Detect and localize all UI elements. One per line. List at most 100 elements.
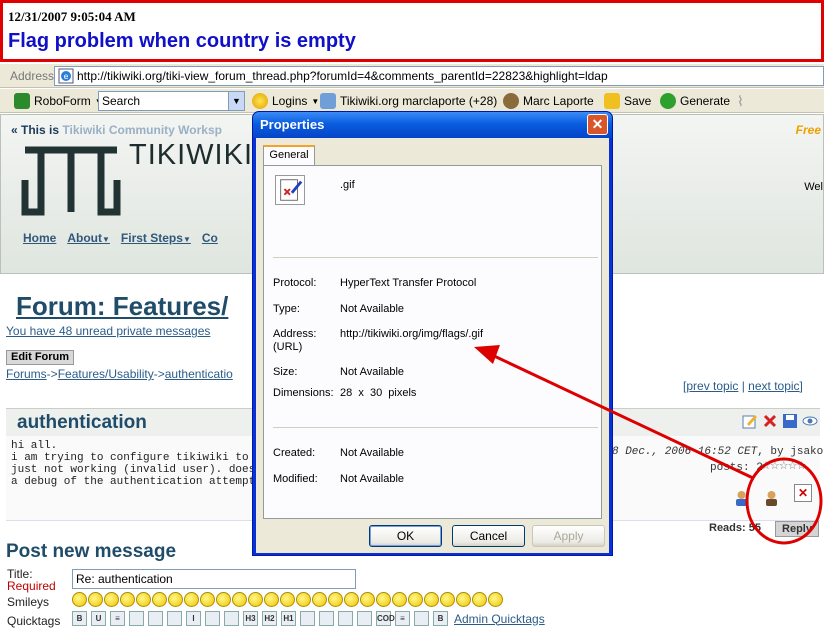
welcome-text: Wel — [804, 181, 823, 193]
quicktag-icon[interactable] — [224, 611, 239, 626]
toolbar-search-input[interactable]: Search ▼ — [98, 91, 245, 111]
roboform-button[interactable]: RoboForm ▼ — [14, 92, 103, 110]
broken-flag-image[interactable]: ✕ — [794, 484, 812, 502]
user-profile-icon[interactable] — [764, 490, 779, 507]
quicktag-icon[interactable] — [357, 611, 372, 626]
svg-text:e: e — [64, 72, 69, 81]
quicktag-icon[interactable] — [167, 611, 182, 626]
title-input[interactable]: Re: authentication — [72, 569, 356, 589]
quicktag-icon[interactable] — [205, 611, 220, 626]
smiley-icon[interactable] — [424, 592, 439, 607]
address-field[interactable]: e http://tikiwiki.org/tiki-view_forum_th… — [54, 66, 824, 86]
main-menu: Home About▼ First Steps▼ Co — [23, 231, 218, 245]
bookmark-button[interactable]: Tikiwiki.org marclaporte (+28) — [320, 92, 497, 110]
edit-forum-button[interactable]: Edit Forum — [6, 350, 75, 365]
menu-about[interactable]: About▼ — [67, 231, 110, 245]
smiley-icon[interactable] — [360, 592, 375, 607]
quicktag-icon[interactable] — [338, 611, 353, 626]
search-dropdown-icon[interactable]: ▼ — [228, 92, 244, 110]
address-label: Address: (URL) — [273, 328, 317, 353]
quicktag-icon[interactable]: H1 — [281, 611, 296, 626]
generate-button[interactable]: Generate — [660, 92, 730, 110]
smiley-icon[interactable] — [232, 592, 247, 607]
topic-navigation: [prev topic | next topic] — [683, 379, 803, 393]
roboform-toolbar: RoboForm ▼ Search ▼ Logins ▼ Tikiwiki.or… — [0, 89, 824, 113]
protocol-value: HyperText Transfer Protocol — [340, 277, 477, 289]
logins-button[interactable]: Logins ▼ — [252, 92, 319, 110]
menu-first-steps[interactable]: First Steps▼ — [121, 231, 191, 245]
smiley-icon[interactable] — [72, 592, 87, 607]
quicktag-icon[interactable] — [148, 611, 163, 626]
delete-icon[interactable] — [762, 413, 778, 429]
save-button[interactable]: Save — [604, 92, 651, 110]
quicktag-icon[interactable]: ≡ — [395, 611, 410, 626]
user-info-icon[interactable] — [734, 490, 749, 507]
menu-home[interactable]: Home — [23, 231, 56, 245]
address-label: Address — [10, 69, 55, 83]
chevron-down-icon: ▼ — [311, 96, 320, 106]
unread-messages-link[interactable]: You have 48 unread private messages — [6, 324, 210, 338]
smiley-icon[interactable] — [440, 592, 455, 607]
options-button[interactable]: ⌇ — [737, 92, 744, 110]
quicktag-icon[interactable]: ≡ — [110, 611, 125, 626]
site-top-name[interactable]: Tikiwiki Community Worksp — [62, 123, 222, 137]
edit-icon[interactable] — [742, 413, 758, 429]
smiley-icon[interactable] — [264, 592, 279, 607]
crumb-forums[interactable]: Forums — [6, 367, 47, 381]
save-icon[interactable] — [782, 413, 798, 429]
post-author: , by jsakofsky — [757, 446, 824, 458]
smiley-icon[interactable] — [488, 592, 503, 607]
apply-button[interactable]: Apply — [532, 525, 605, 547]
smiley-icon[interactable] — [152, 592, 167, 607]
quicktag-icon[interactable] — [319, 611, 334, 626]
smiley-icon[interactable] — [392, 592, 407, 607]
smiley-icon[interactable] — [120, 592, 135, 607]
admin-quicktags-link[interactable]: Admin Quicktags — [454, 612, 545, 626]
smiley-icon[interactable] — [472, 592, 487, 607]
tab-general[interactable]: General — [263, 145, 315, 166]
prev-topic-link[interactable]: prev topic — [686, 379, 738, 393]
smiley-icon[interactable] — [168, 592, 183, 607]
smiley-icon[interactable] — [456, 592, 471, 607]
quicktag-icon[interactable]: B — [433, 611, 448, 626]
quicktag-icon[interactable]: H3 — [243, 611, 258, 626]
smiley-icon[interactable] — [328, 592, 343, 607]
smiley-icon[interactable] — [408, 592, 423, 607]
smiley-icon[interactable] — [136, 592, 151, 607]
banner-timestamp: 12/31/2007 9:05:04 AM — [8, 9, 136, 24]
next-topic-link[interactable]: next topic — [748, 379, 799, 393]
eye-icon[interactable] — [802, 413, 818, 429]
smiley-icon[interactable] — [88, 592, 103, 607]
save-icon — [604, 93, 620, 109]
forum-title[interactable]: Forum: Features/ — [16, 291, 228, 322]
menu-co[interactable]: Co — [202, 231, 218, 245]
smiley-icon[interactable] — [248, 592, 263, 607]
quicktag-icon[interactable] — [129, 611, 144, 626]
quicktag-icon[interactable]: CODE — [376, 611, 400, 626]
quicktag-icon[interactable] — [300, 611, 315, 626]
quicktag-icon[interactable]: I — [186, 611, 201, 626]
smiley-icon[interactable] — [376, 592, 391, 607]
dialog-titlebar[interactable]: Properties ✕ — [253, 112, 612, 138]
cancel-button[interactable]: Cancel — [452, 525, 525, 547]
quicktag-icon[interactable]: H2 — [262, 611, 277, 626]
smiley-icon[interactable] — [280, 592, 295, 607]
smiley-icon[interactable] — [184, 592, 199, 607]
smiley-icon[interactable] — [216, 592, 231, 607]
divider — [273, 427, 598, 428]
quicktag-icon[interactable] — [414, 611, 429, 626]
reply-button[interactable]: Reply — [775, 521, 819, 537]
smiley-icon[interactable] — [200, 592, 215, 607]
identity-button[interactable]: Marc Laporte — [503, 92, 594, 110]
smiley-icon[interactable] — [296, 592, 311, 607]
quicktag-icon[interactable]: B — [72, 611, 87, 626]
close-icon[interactable]: ✕ — [587, 114, 608, 135]
quicktag-icon[interactable]: U — [91, 611, 106, 626]
smiley-icon[interactable] — [344, 592, 359, 607]
ok-button[interactable]: OK — [369, 525, 442, 547]
smiley-icon[interactable] — [312, 592, 327, 607]
smiley-icon[interactable] — [104, 592, 119, 607]
roboform-label: RoboForm — [34, 94, 91, 108]
crumb-thread[interactable]: authenticatio — [165, 367, 233, 381]
crumb-features[interactable]: Features/Usability — [58, 367, 154, 381]
